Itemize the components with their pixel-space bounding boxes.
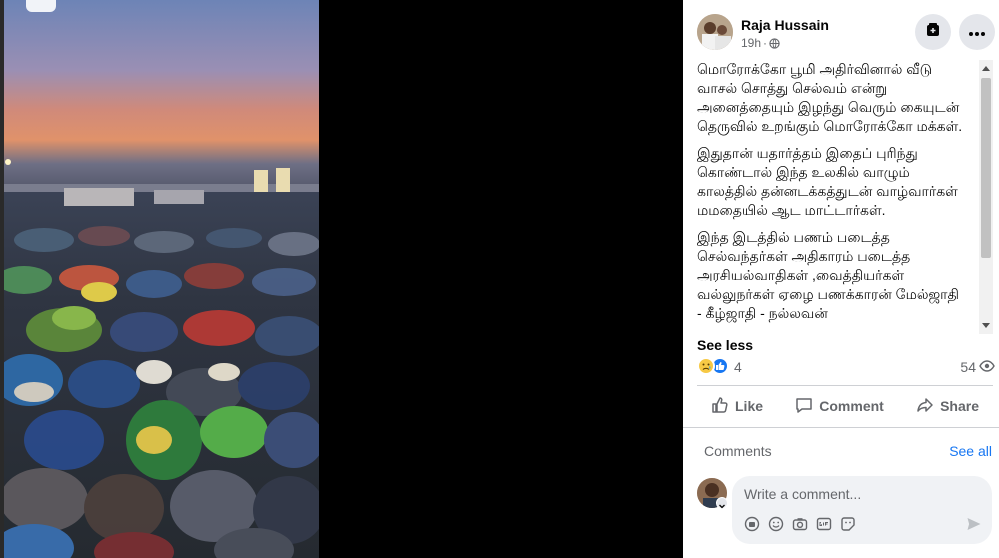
scrollbar[interactable] xyxy=(979,60,993,334)
comment-composer[interactable] xyxy=(732,476,992,544)
avatar-image xyxy=(697,14,733,50)
eye-icon xyxy=(979,359,995,375)
comment-button[interactable]: Comment xyxy=(781,388,898,424)
more-options-button[interactable] xyxy=(959,14,995,50)
author-name[interactable]: Raja Hussain xyxy=(741,17,829,33)
scroll-up-arrow[interactable] xyxy=(982,66,990,71)
globe-icon xyxy=(769,37,780,49)
share-label: Share xyxy=(940,398,979,414)
sad-reaction-icon xyxy=(697,357,715,375)
sticker-icon[interactable] xyxy=(840,516,856,532)
post-paragraph: இந்த இடத்தில் பணம் படைத்த செல்வந்தர்கள் … xyxy=(697,229,959,321)
see-less-link[interactable]: See less xyxy=(697,337,753,353)
comment-bubble-icon xyxy=(795,396,813,417)
comments-section: Comments See all xyxy=(683,427,999,558)
reactions-bar: 4 54 xyxy=(697,356,995,378)
post-time[interactable]: 19h xyxy=(741,36,761,50)
post-paragraph: இதுதான் யதார்த்தம் இதைப் புரிந்து கொண்டா… xyxy=(697,145,958,218)
media-viewer[interactable] xyxy=(0,0,683,558)
post-header: Raja Hussain 19h · xyxy=(697,14,995,54)
camera-icon[interactable] xyxy=(792,516,808,532)
gif-icon[interactable] xyxy=(816,516,832,532)
post-video[interactable] xyxy=(4,0,319,558)
post-text-scroll-area[interactable]: மொரோக்கோ பூமி அதிர்வினால் வீடு வாசல் சொத… xyxy=(697,60,993,334)
post-panel: Raja Hussain 19h · மொரோக்கோ பூமி அதிர்வி… xyxy=(683,0,999,558)
comment-label: Comment xyxy=(819,398,884,414)
like-label: Like xyxy=(735,398,764,414)
avatar-sticker-icon[interactable] xyxy=(744,516,760,532)
view-count-value: 54 xyxy=(960,359,976,375)
divider xyxy=(697,385,993,386)
video-frame xyxy=(4,0,319,558)
send-icon[interactable] xyxy=(966,516,982,532)
more-icon xyxy=(969,23,985,41)
reaction-icons[interactable] xyxy=(697,357,731,377)
reaction-count[interactable]: 4 xyxy=(734,359,742,375)
composer-tools xyxy=(744,516,856,532)
author-avatar[interactable] xyxy=(697,14,733,50)
share-button[interactable]: Share xyxy=(902,388,993,424)
like-button[interactable]: Like xyxy=(697,388,777,424)
post-paragraph: மொரோக்கோ பூமி அதிர்வினால் வீடு வாசல் சொத… xyxy=(697,61,963,134)
share-arrow-icon xyxy=(916,396,934,417)
chevron-down-icon[interactable] xyxy=(716,497,728,509)
video-close-chip[interactable] xyxy=(26,0,56,12)
post-meta: 19h · xyxy=(741,36,780,50)
post-text: மொரோக்கோ பூமி அதிர்வினால் வீடு வாசல் சொத… xyxy=(697,60,967,323)
comments-label: Comments xyxy=(704,443,772,459)
scroll-down-arrow[interactable] xyxy=(982,323,990,328)
scrollbar-thumb[interactable] xyxy=(981,78,991,258)
post-actions: Like Comment Share xyxy=(697,388,993,424)
emoji-icon[interactable] xyxy=(768,516,784,532)
see-all-comments-link[interactable]: See all xyxy=(949,443,992,459)
save-button[interactable] xyxy=(915,14,951,50)
facebook-photo-viewer: Raja Hussain 19h · மொரோக்கோ பூமி அதிர்வி… xyxy=(0,0,999,558)
view-count: 54 xyxy=(960,359,995,375)
thumbs-up-icon xyxy=(711,396,729,417)
comment-input[interactable] xyxy=(744,486,974,502)
save-icon xyxy=(925,22,941,43)
